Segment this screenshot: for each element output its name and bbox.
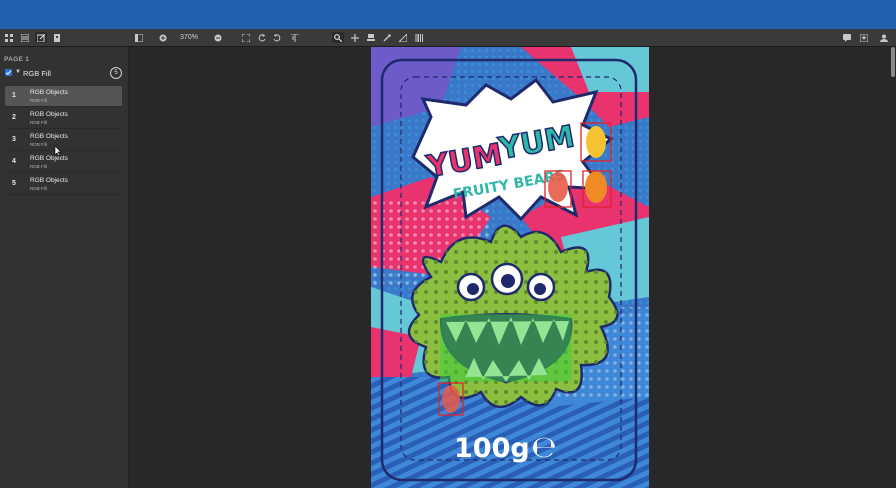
object-subtitle: RGB Fill bbox=[30, 164, 47, 169]
selected-object-highlight[interactable] bbox=[440, 314, 572, 382]
list-item[interactable]: 5 RGB Objects RGB Fill bbox=[5, 174, 122, 195]
object-number: 2 bbox=[12, 114, 16, 121]
layers-panel: PAGE 1 ▼ RGB Fill 5 1 RGB Objects RGB Fi… bbox=[0, 47, 129, 488]
object-name: RGB Objects bbox=[30, 133, 68, 140]
search-icon[interactable] bbox=[332, 32, 344, 43]
object-number: 3 bbox=[12, 136, 16, 143]
layers-icon[interactable] bbox=[20, 32, 30, 43]
object-count-badge: 5 bbox=[110, 67, 122, 79]
package-artwork[interactable]: YUM YUM FRUITY BEARS 100g ℮ bbox=[371, 47, 649, 488]
export-icon[interactable] bbox=[859, 32, 869, 43]
panel-toggle-icon[interactable] bbox=[134, 32, 144, 43]
comment-icon[interactable] bbox=[842, 32, 852, 43]
pan-icon[interactable] bbox=[350, 32, 360, 43]
mouse-cursor-icon bbox=[54, 146, 62, 157]
object-number: 4 bbox=[12, 158, 16, 165]
barcode-icon[interactable] bbox=[414, 32, 424, 43]
list-item[interactable]: 1 RGB Objects RGB Fill bbox=[5, 86, 122, 107]
vertical-scrollbar[interactable] bbox=[891, 47, 895, 77]
stamp-icon[interactable] bbox=[366, 32, 376, 43]
document-icon[interactable] bbox=[52, 32, 62, 43]
measure-icon[interactable] bbox=[398, 32, 408, 43]
title-bar bbox=[0, 0, 896, 29]
zoom-in-icon[interactable] bbox=[158, 32, 168, 43]
zoom-out-icon[interactable] bbox=[213, 32, 223, 43]
estimated-sign: ℮ bbox=[531, 430, 557, 465]
object-subtitle: RGB Fill bbox=[30, 98, 47, 103]
object-name: RGB Objects bbox=[30, 155, 68, 162]
rotate-left-icon[interactable] bbox=[257, 32, 267, 43]
object-subtitle: RGB Fill bbox=[30, 186, 47, 191]
edit-icon[interactable] bbox=[35, 32, 47, 43]
object-list: 1 RGB Objects RGB Fill 2 RGB Objects RGB… bbox=[5, 86, 122, 196]
list-item[interactable]: 3 RGB Objects RGB Fill bbox=[5, 130, 122, 151]
layer-visibility-checkbox[interactable] bbox=[5, 69, 12, 76]
rotate-right-icon[interactable] bbox=[272, 32, 282, 43]
layer-title: RGB Fill bbox=[23, 69, 51, 78]
chevron-down-icon[interactable]: ▼ bbox=[15, 69, 21, 75]
object-number: 5 bbox=[12, 180, 16, 187]
eyedropper-icon[interactable] bbox=[382, 32, 392, 43]
object-name: RGB Objects bbox=[30, 89, 68, 96]
weight-label: 100g bbox=[454, 433, 530, 464]
list-item[interactable]: 2 RGB Objects RGB Fill bbox=[5, 108, 122, 129]
object-number: 1 bbox=[12, 92, 16, 99]
list-item[interactable]: 4 RGB Objects RGB Fill bbox=[5, 152, 122, 173]
object-subtitle: RGB Fill bbox=[30, 120, 47, 125]
object-subtitle: RGB Fill bbox=[30, 142, 47, 147]
zoom-level[interactable]: 370% bbox=[172, 31, 206, 44]
page-label: PAGE 1 bbox=[4, 56, 30, 63]
grid-view-icon[interactable] bbox=[4, 32, 14, 43]
text-tool-icon[interactable] bbox=[290, 32, 300, 43]
layer-header[interactable]: ▼ RGB Fill 5 bbox=[4, 67, 124, 80]
toolbar: 370% bbox=[0, 29, 896, 47]
object-name: RGB Objects bbox=[30, 177, 68, 184]
user-icon[interactable] bbox=[879, 32, 889, 43]
fit-page-icon[interactable] bbox=[241, 32, 251, 43]
object-name: RGB Objects bbox=[30, 111, 68, 118]
